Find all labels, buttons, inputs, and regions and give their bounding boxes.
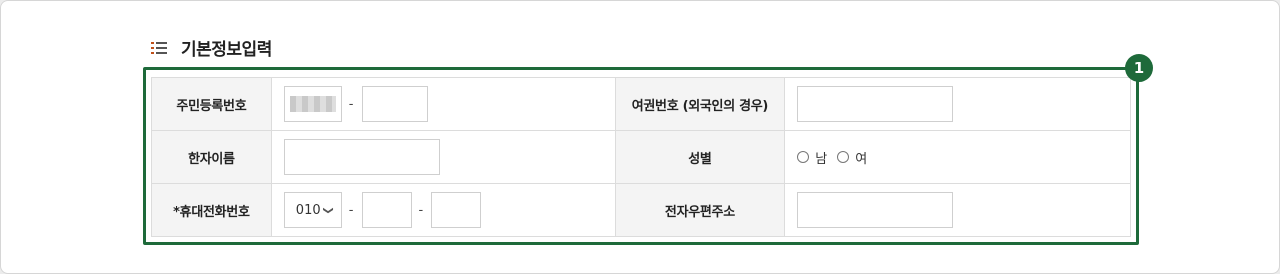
- section-title: 기본정보입력: [181, 40, 272, 60]
- form-card: 기본정보입력 주민등록번호 - 여권번호 (외국인의 경우) 한자이름 성별 남…: [0, 0, 1280, 274]
- highlight-box: [143, 67, 1139, 245]
- step-marker: 1: [1125, 54, 1153, 82]
- list-icon: [151, 41, 167, 54]
- section-header: 기본정보입력: [151, 35, 272, 60]
